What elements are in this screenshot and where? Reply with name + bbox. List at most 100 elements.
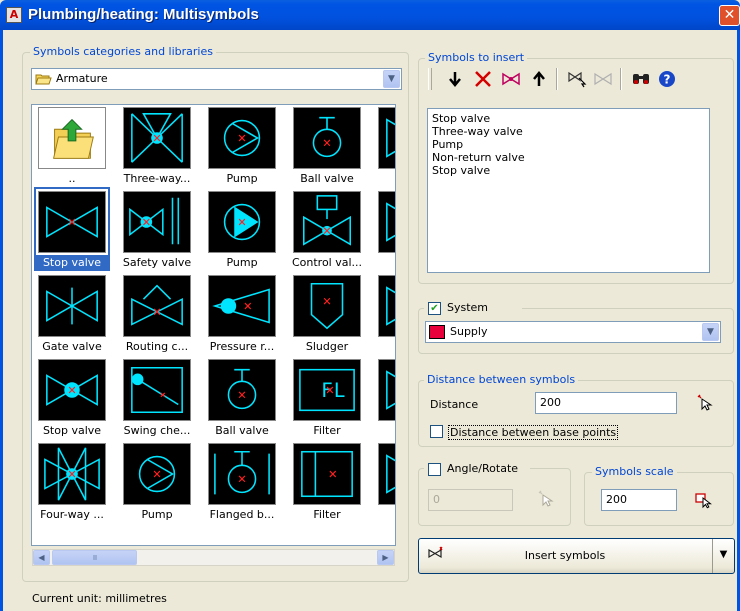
pick-angle-icon [537,490,555,508]
scale-group-title: Symbols scale [592,465,677,478]
symbol-tile[interactable]: Safety valve [119,189,195,273]
symbol-tile[interactable]: Control val... [289,189,365,273]
svg-text:F: F [321,379,333,402]
three-way-valve-icon [123,107,191,169]
symbol-tile[interactable]: Gate valve [34,273,110,357]
caret-down-icon[interactable]: ▼ [712,539,734,573]
symbol-tile[interactable]: Shu [374,189,395,273]
scroll-thumb[interactable]: IIII [52,550,137,565]
symbol-tile[interactable]: Stop valve [34,357,110,441]
scroll-right-button[interactable]: ▶ [377,550,394,565]
filter-fl-icon: FL [293,359,361,421]
toolbar-separator [620,68,622,90]
angle-checkbox-label: Angle/Rotate [447,462,519,475]
symbol-label: Pump [141,508,173,521]
insert-symbols-button[interactable]: Insert symbols ▼ [418,538,735,574]
category-select[interactable]: Armature ▼ [31,68,402,90]
pump-icon [123,443,191,505]
symbol-tile[interactable]: Sludger [289,273,365,357]
symbol-tile[interactable]: Stop valve [34,187,110,273]
insert-list-item[interactable]: Stop valve [432,164,705,177]
scale-input[interactable]: 200 [601,489,677,511]
symbol-tile[interactable]: Routing c... [119,273,195,357]
symbol-label: Flanged b... [209,508,275,521]
pick-symbol-icon[interactable] [566,68,588,90]
chevron-down-icon[interactable]: ▼ [383,70,400,88]
symbol-label: Control val... [291,256,363,269]
safety-valve-icon [123,191,191,253]
symbol-label: Pressure r... [209,340,275,353]
angle-input: 0 [428,489,513,511]
symbol-tile[interactable]: Pump [204,189,280,273]
symbol-tile[interactable]: Ball valve [204,357,280,441]
base-points-label[interactable]: Distance between base points [448,425,619,440]
symbol-tile[interactable]: S [374,357,395,441]
symbol-tile[interactable]: Ca [374,105,395,189]
svg-text:?: ? [664,73,671,87]
app-icon: A [6,7,22,23]
help-icon[interactable]: ? [656,68,678,90]
close-button[interactable]: ✕ [719,5,740,26]
status-text: Current unit: millimetres [32,592,167,605]
symbol-tile[interactable]: Flanged b... [204,441,280,525]
symbol-tile[interactable]: Pump [204,105,280,189]
insert-list-item[interactable]: Stop valve [432,112,705,125]
insert-symbols-label: Insert symbols [524,549,606,562]
symbol-label: S [374,423,395,439]
delete-icon[interactable] [472,68,494,90]
partial-symbol-icon [378,359,395,421]
symbol-tile[interactable]: Ball valve [289,105,365,189]
scroll-left-button[interactable]: ◀ [33,550,50,565]
folder-up-icon [38,107,106,169]
insert-list-item[interactable]: Pump [432,138,705,151]
categories-group-title: Symbols categories and libraries [30,45,216,58]
symbol-label: Sludger [305,340,349,353]
move-down-icon[interactable] [444,68,466,90]
find-icon[interactable] [630,68,652,90]
insert-list-item[interactable]: Three-way valve [432,125,705,138]
symbol-label: Pump [226,256,258,269]
partial-symbol-icon [378,191,395,253]
symbol-tile[interactable]: But [374,273,395,357]
system-checkbox[interactable]: ✔ [428,302,441,315]
symbol-tile[interactable]: Swing che... [119,357,195,441]
insert-toolbar: ? [428,66,709,94]
symbol-tile[interactable]: .. [34,105,110,189]
sludger-icon [293,275,361,337]
symbol-label: Ca [374,171,395,187]
insert-list[interactable]: Stop valve Three-way valve Pump Non-return … [427,108,710,273]
symbol-label: Swing che... [123,424,191,437]
symbol-tile[interactable]: Filter [289,441,365,525]
symbol-label: Ball valve [300,172,354,185]
pick-distance-icon[interactable] [696,394,714,412]
gate-valve-icon [38,275,106,337]
control-valve-icon [293,191,361,253]
insert-group-title: Symbols to insert [425,51,528,64]
symbol-tile[interactable]: Pump [119,441,195,525]
symbol-label: Stop valve [34,255,110,271]
move-up-icon[interactable] [528,68,550,90]
angle-checkbox[interactable] [428,463,441,476]
partial-symbol-icon [378,443,395,505]
four-way-valve-icon [38,443,106,505]
system-checkbox-label: System [447,301,489,314]
insert-list-item[interactable]: Non-return valve [432,151,705,164]
symbol-tile[interactable]: F L Filter [289,357,365,441]
replace-icon[interactable] [500,68,522,90]
symbol-label: But [374,339,395,355]
pressure-reducer-icon [208,275,276,337]
symbol-tile[interactable]: Pressure r... [204,273,280,357]
symbol-tile[interactable]: Four-way ... [34,441,110,525]
pick-scale-icon[interactable] [694,491,712,509]
symbol-grid: .. Three-way... Pump Ball valve Ca Stop valve… [31,104,396,546]
base-points-checkbox[interactable] [430,425,443,438]
symbol-tile[interactable]: Three-way... [119,105,195,189]
chevron-down-icon[interactable]: ▼ [702,323,719,341]
symbol-label: Ball valve [215,424,269,437]
horizontal-scrollbar[interactable]: ◀ IIII ▶ [32,549,395,566]
distance-input[interactable]: 200 [535,392,677,414]
window-title: Plumbing/heating: Multisymbols [28,6,259,23]
symbol-tile[interactable]: Nor [374,441,395,525]
system-select[interactable]: Supply ▼ [425,321,721,343]
partial-symbol-icon [378,275,395,337]
